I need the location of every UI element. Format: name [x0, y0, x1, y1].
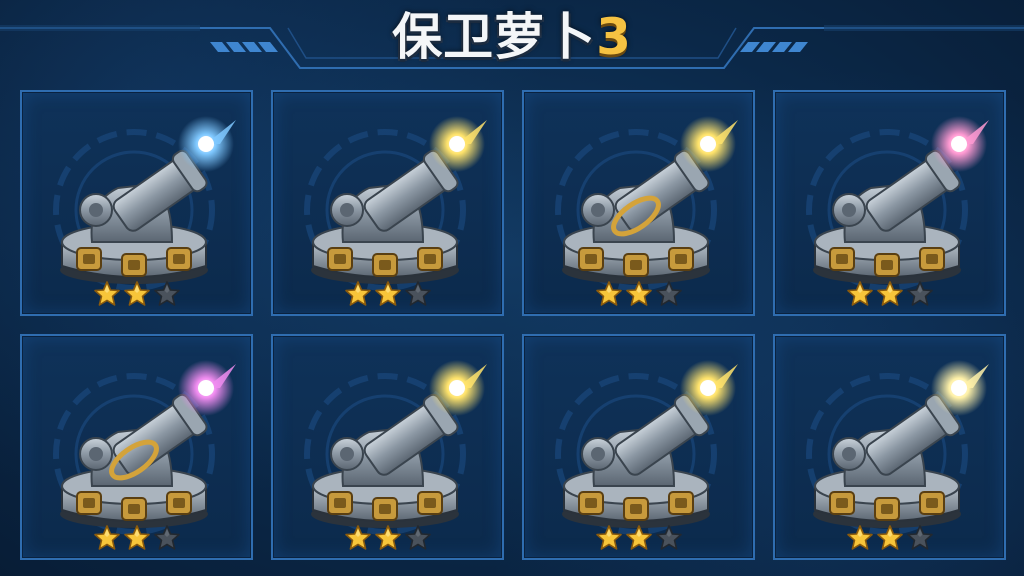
title-number: 3	[596, 8, 632, 66]
star-empty-icon	[153, 281, 180, 306]
title-text: 保卫萝卜	[392, 8, 597, 66]
star-empty-icon	[404, 525, 431, 550]
tower-card[interactable]	[20, 90, 253, 316]
star-empty-icon	[655, 281, 682, 306]
star-filled-icon	[595, 281, 622, 306]
star-empty-icon	[655, 525, 682, 550]
star-rating	[22, 524, 251, 554]
star-rating	[273, 524, 502, 554]
star-rating	[22, 280, 251, 310]
star-empty-icon	[906, 525, 933, 550]
tower-card[interactable]	[773, 334, 1006, 560]
star-rating	[524, 280, 753, 310]
star-filled-icon	[93, 525, 120, 550]
star-filled-icon	[344, 525, 371, 550]
page-title: 保卫萝卜3	[0, 4, 1024, 70]
star-filled-icon	[876, 281, 903, 306]
tower-card[interactable]	[522, 334, 755, 560]
star-filled-icon	[876, 525, 903, 550]
tower-card[interactable]	[773, 90, 1006, 316]
tower-grid	[20, 90, 1006, 560]
tower-card[interactable]	[271, 90, 504, 316]
star-filled-icon	[625, 525, 652, 550]
star-rating	[273, 280, 502, 310]
title-banner: 保卫萝卜3	[0, 0, 1024, 78]
star-filled-icon	[374, 525, 401, 550]
star-filled-icon	[123, 281, 150, 306]
star-filled-icon	[123, 525, 150, 550]
star-empty-icon	[153, 525, 180, 550]
star-filled-icon	[595, 525, 622, 550]
tower-card[interactable]	[271, 334, 504, 560]
star-filled-icon	[625, 281, 652, 306]
star-empty-icon	[906, 281, 933, 306]
star-rating	[524, 524, 753, 554]
star-rating	[775, 280, 1004, 310]
tower-card[interactable]	[522, 90, 755, 316]
star-filled-icon	[846, 525, 873, 550]
star-empty-icon	[404, 281, 431, 306]
star-rating	[775, 524, 1004, 554]
star-filled-icon	[93, 281, 120, 306]
star-filled-icon	[344, 281, 371, 306]
star-filled-icon	[846, 281, 873, 306]
star-filled-icon	[374, 281, 401, 306]
tower-card[interactable]	[20, 334, 253, 560]
